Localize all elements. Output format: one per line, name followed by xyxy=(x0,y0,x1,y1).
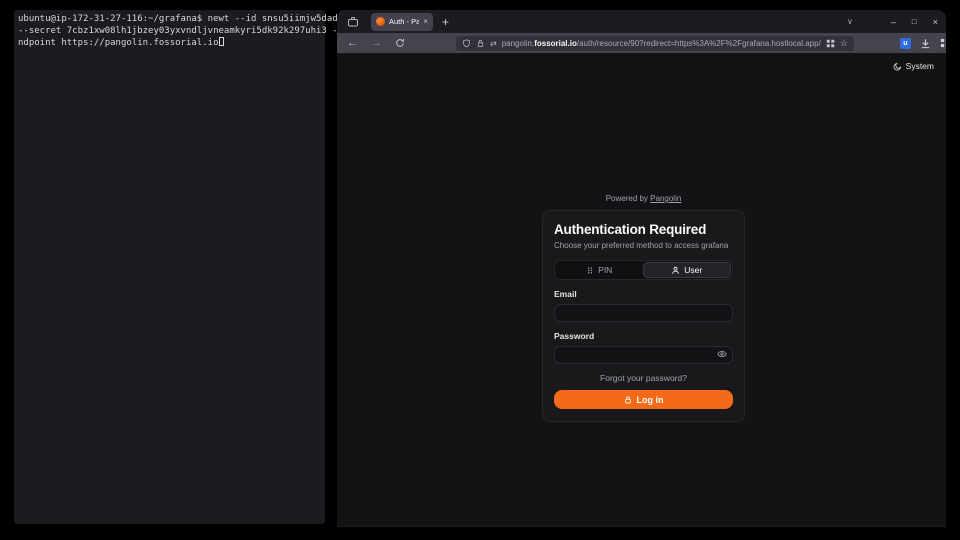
moon-icon xyxy=(893,62,902,71)
navigation-toolbar: ← → ⇄ pangolin.fossorial.io/auth/resourc… xyxy=(337,33,946,54)
auth-column: Powered by Pangolin Authentication Requi… xyxy=(542,194,745,422)
page-actions-grid-icon[interactable] xyxy=(826,39,835,48)
theme-label: System xyxy=(906,61,934,71)
reload-button[interactable] xyxy=(395,38,405,48)
powered-by: Powered by Pangolin xyxy=(542,194,745,203)
terminal-line: --secret 7cbz1xw08lh1jbzey03yxvndljvneam… xyxy=(18,26,349,36)
tab-list-chevron-icon[interactable]: ∨ xyxy=(847,17,853,26)
password-label: Password xyxy=(554,331,733,341)
toolbar-extensions: u ◎ ≡ xyxy=(900,37,946,49)
bookmark-star-icon[interactable]: ☆ xyxy=(840,38,848,49)
tab-title: Auth - Pangolin xyxy=(389,17,419,26)
minimize-button[interactable]: – xyxy=(891,17,896,27)
card-title: Authentication Required xyxy=(554,222,733,237)
desktop: ubuntu@ip-172-31-27-116:~/grafana$ newt … xyxy=(0,0,960,540)
tab-user[interactable]: User xyxy=(643,262,732,278)
terminal-line: ndpoint https://pangolin.fossorial.io xyxy=(18,38,218,48)
firefox-view-icon[interactable] xyxy=(347,16,359,28)
terminal-cursor xyxy=(219,37,224,46)
button-lock-icon xyxy=(624,396,632,404)
auth-method-tabs: PIN User xyxy=(554,260,733,280)
browser-window: Auth - Pangolin × + ∨ – □ × ← → xyxy=(337,10,946,527)
page-content: System Powered by Pangolin Authenticatio… xyxy=(337,54,946,526)
forward-button[interactable]: → xyxy=(371,37,382,49)
shield-icon[interactable] xyxy=(462,39,471,48)
keypad-icon xyxy=(586,266,594,275)
user-icon xyxy=(671,266,680,275)
terminal-window[interactable]: ubuntu@ip-172-31-27-116:~/grafana$ newt … xyxy=(14,10,325,524)
ublock-letter: u xyxy=(903,40,907,47)
email-label: Email xyxy=(554,289,733,299)
terminal-line: ubuntu@ip-172-31-27-116:~/grafana$ newt … xyxy=(18,14,343,24)
lock-icon[interactable] xyxy=(476,39,485,48)
new-tab-button[interactable]: + xyxy=(442,15,449,29)
tab-pin[interactable]: PIN xyxy=(556,262,643,278)
card-subtitle: Choose your preferred method to access g… xyxy=(554,241,733,250)
eye-icon[interactable] xyxy=(717,349,727,359)
browser-tab[interactable]: Auth - Pangolin × xyxy=(371,13,433,31)
password-input[interactable] xyxy=(554,346,733,364)
ublock-extension-icon[interactable]: u xyxy=(900,38,911,49)
maximize-button[interactable]: □ xyxy=(912,17,917,26)
url-domain: fossorial.io xyxy=(534,39,577,48)
login-button[interactable]: Log in xyxy=(554,390,733,409)
tab-bar: Auth - Pangolin × + ∨ – □ × xyxy=(337,10,946,33)
downloads-icon[interactable] xyxy=(920,38,931,49)
pangolin-favicon-icon xyxy=(376,17,385,26)
pangolin-link[interactable]: Pangolin xyxy=(650,194,681,203)
tab-close-icon[interactable]: × xyxy=(423,17,428,26)
url-domain-prefix: pangolin. xyxy=(502,39,534,48)
login-button-label: Log in xyxy=(637,395,664,405)
auth-card: Authentication Required Choose your pref… xyxy=(542,210,745,422)
email-field-wrap xyxy=(554,303,733,322)
address-bar[interactable]: ⇄ pangolin.fossorial.io/auth/resource/90… xyxy=(456,36,854,51)
forgot-password-link[interactable]: Forgot your password? xyxy=(554,373,733,383)
theme-toggle[interactable]: System xyxy=(893,61,934,71)
back-button[interactable]: ← xyxy=(347,37,358,49)
email-input[interactable] xyxy=(554,304,733,322)
extension-grid-icon[interactable] xyxy=(940,38,946,48)
url-text[interactable]: pangolin.fossorial.io/auth/resource/90?r… xyxy=(502,39,821,48)
tab-user-label: User xyxy=(684,265,702,275)
url-path: /auth/resource/90?redirect=https%3A%2F%2… xyxy=(577,39,821,48)
close-window-button[interactable]: × xyxy=(933,17,938,27)
password-field-wrap xyxy=(554,345,733,364)
powered-by-text: Powered by xyxy=(606,194,648,203)
swap-arrows-icon[interactable]: ⇄ xyxy=(490,39,497,48)
tab-pin-label: PIN xyxy=(598,265,612,275)
